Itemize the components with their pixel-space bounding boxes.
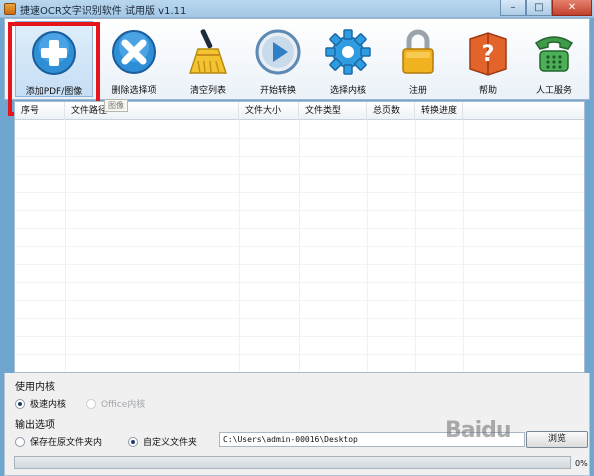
start-convert-button[interactable]: 开始转换 bbox=[241, 21, 315, 97]
clear-list-label: 清空列表 bbox=[189, 86, 226, 96]
output-custom-label: 自定义文件夹 bbox=[143, 438, 198, 448]
lock-icon bbox=[402, 29, 434, 74]
register-label: 注册 bbox=[408, 86, 427, 96]
output-original-radio[interactable] bbox=[15, 436, 25, 447]
column-header-total-pages[interactable]: 总页数 bbox=[367, 102, 415, 120]
help-button[interactable]: ? 帮助 bbox=[451, 21, 525, 97]
delete-selected-button[interactable]: 删除选择项 bbox=[97, 21, 171, 97]
svg-text:?: ? bbox=[482, 42, 495, 67]
tooltip: 图像 bbox=[104, 99, 128, 112]
column-header-progress[interactable]: 转换进度 bbox=[415, 102, 463, 120]
output-option-original-folder[interactable]: 保存在原文件夹内 bbox=[15, 435, 102, 448]
close-button[interactable]: ✕ bbox=[552, 0, 592, 16]
app-icon bbox=[4, 3, 16, 15]
engine-fast-label: 极速内核 bbox=[30, 400, 67, 410]
engine-office-label: Office内核 bbox=[101, 400, 146, 410]
output-option-custom-folder[interactable]: 自定义文件夹 bbox=[128, 435, 197, 448]
progress-bar bbox=[14, 456, 571, 469]
delete-x-icon bbox=[112, 30, 156, 74]
help-label: 帮助 bbox=[478, 86, 497, 96]
clear-list-button[interactable]: 清空列表 bbox=[171, 21, 245, 97]
gear-icon bbox=[325, 29, 371, 75]
select-engine-label: 选择内核 bbox=[329, 86, 366, 96]
phone-icon bbox=[534, 36, 574, 72]
window-title: 捷速OCR文字识别软件 试用版 v1.11 bbox=[20, 6, 187, 17]
minimize-button[interactable]: – bbox=[500, 0, 526, 16]
support-label: 人工服务 bbox=[535, 86, 572, 96]
window-controls: – □ ✕ bbox=[500, 0, 592, 17]
broom-icon bbox=[188, 29, 228, 74]
engine-option-fast[interactable]: 极速内核 bbox=[15, 397, 66, 410]
column-header-file-size[interactable]: 文件大小 bbox=[239, 102, 299, 120]
play-icon bbox=[255, 29, 301, 75]
baidu-watermark: Baidu bbox=[445, 418, 512, 443]
column-header-file-type[interactable]: 文件类型 bbox=[299, 102, 367, 120]
engine-option-office[interactable]: Office内核 bbox=[86, 397, 145, 410]
engine-fast-radio[interactable] bbox=[15, 398, 25, 409]
register-button[interactable]: 注册 bbox=[381, 21, 455, 97]
support-button[interactable]: 人工服务 bbox=[517, 21, 591, 97]
output-section-title: 输出选项 bbox=[15, 420, 55, 431]
output-custom-radio[interactable] bbox=[128, 436, 138, 447]
engine-office-radio[interactable] bbox=[86, 398, 96, 409]
output-original-label: 保存在原文件夹内 bbox=[30, 438, 103, 448]
table-header: 序号 文件路径 文件大小 文件类型 总页数 转换进度 bbox=[15, 102, 584, 120]
engine-section-title: 使用内核 bbox=[15, 382, 55, 393]
help-book-icon: ? bbox=[469, 32, 507, 76]
title-bar: 捷速OCR文字识别软件 试用版 v1.11 – □ ✕ bbox=[0, 0, 594, 18]
file-table[interactable]: 序号 文件路径 文件大小 文件类型 总页数 转换进度 bbox=[14, 101, 585, 373]
maximize-button[interactable]: □ bbox=[526, 0, 552, 16]
browse-button[interactable]: 浏览 bbox=[526, 431, 588, 448]
select-engine-button[interactable]: 选择内核 bbox=[311, 21, 385, 97]
column-header-index[interactable]: 序号 bbox=[15, 102, 65, 120]
start-convert-label: 开始转换 bbox=[259, 86, 296, 96]
delete-selected-label: 删除选择项 bbox=[111, 86, 157, 96]
column-header-file-path[interactable]: 文件路径 bbox=[65, 102, 239, 120]
progress-percent: 0% bbox=[575, 459, 588, 468]
